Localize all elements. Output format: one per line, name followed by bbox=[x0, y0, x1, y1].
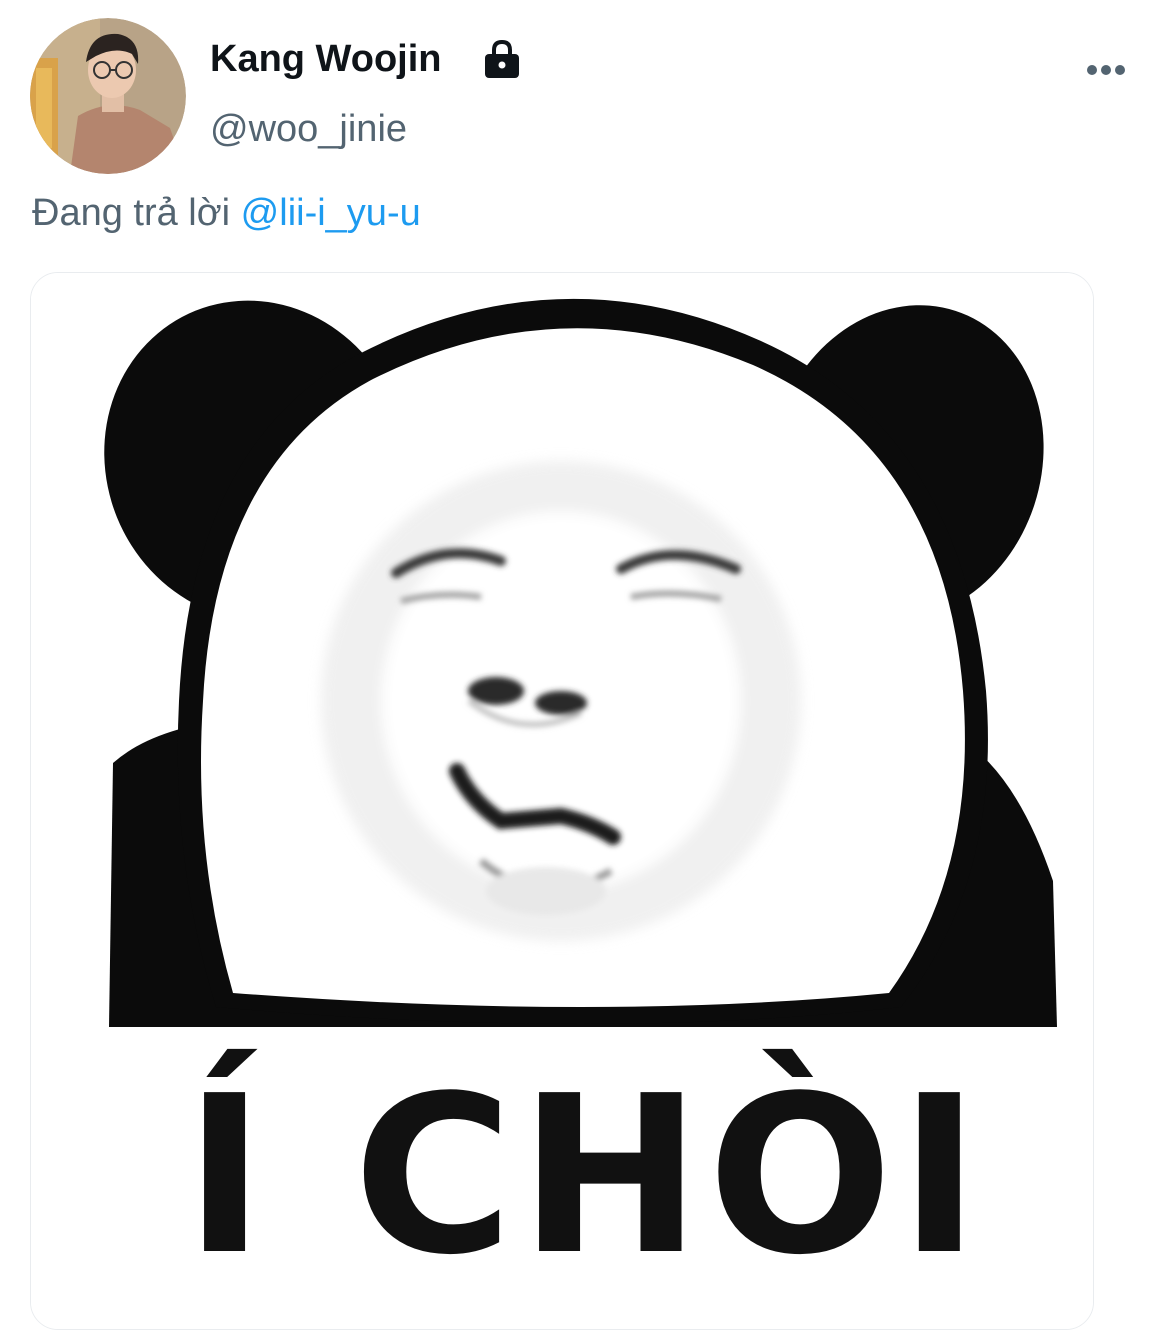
more-horizontal-icon[interactable] bbox=[1084, 58, 1128, 82]
author-display-name[interactable]: Kang Woojin bbox=[210, 38, 442, 81]
profile-photo bbox=[30, 18, 186, 174]
lock-icon bbox=[485, 39, 519, 78]
reply-prefix: Đang trả lời bbox=[32, 192, 231, 234]
meme-caption: Í CHÒI bbox=[184, 1050, 986, 1303]
author-handle[interactable]: @woo_jinie bbox=[210, 108, 407, 151]
reply-mention-link[interactable]: @lii-i_yu-u bbox=[241, 192, 421, 234]
avatar[interactable] bbox=[30, 18, 186, 174]
reply-context: Đang trả lời @lii-i_yu-u bbox=[32, 192, 421, 235]
